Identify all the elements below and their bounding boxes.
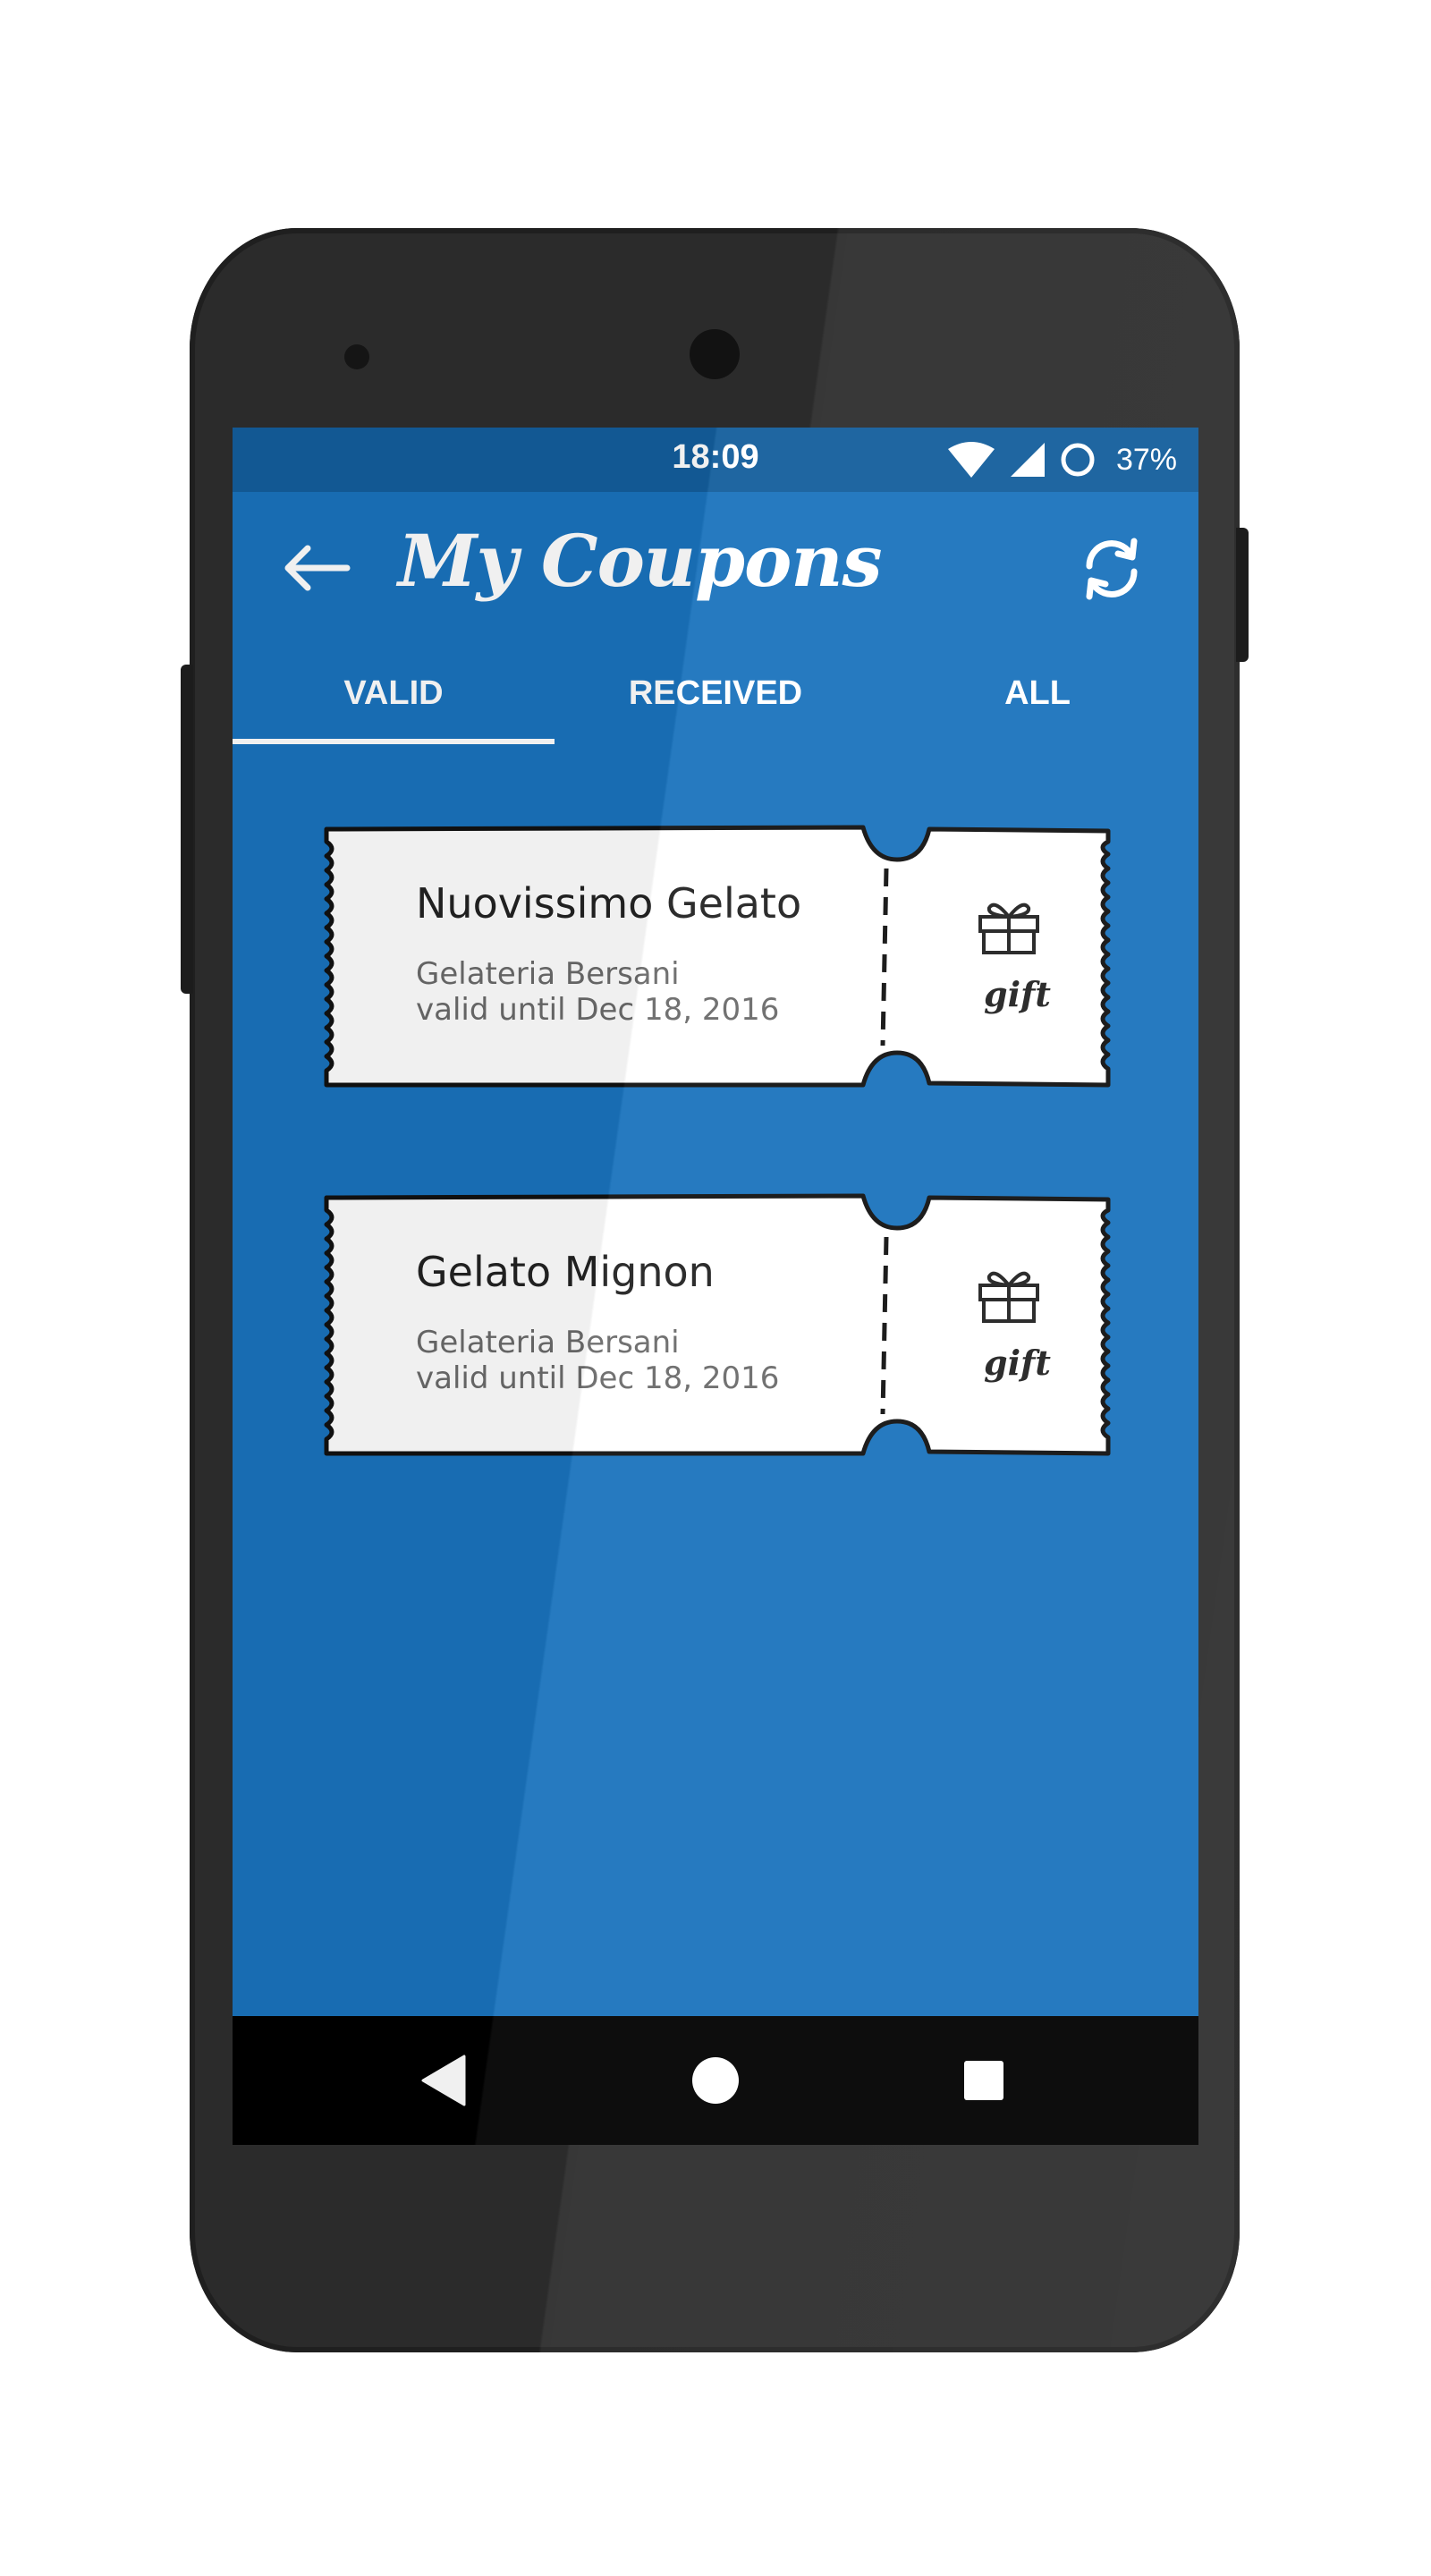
tab-selected-indicator [233,739,555,744]
nav-recents-button[interactable] [952,2048,1016,2113]
gift-label: gift [984,1343,1051,1383]
gift-icon [978,1271,1039,1323]
volume-button [181,665,193,994]
tab-bar: VALID RECEIVED ALL [233,644,1198,751]
battery-percentage: 37% [1115,442,1177,477]
nav-home-button[interactable] [683,2048,748,2113]
sync-circle-icon [1061,443,1095,477]
tab-all-label: ALL [1004,674,1071,712]
power-button [1236,528,1249,662]
arrow-left-icon [284,545,351,591]
status-icons: 37% [946,440,1177,479]
refresh-icon [1086,538,1138,600]
coupon-validity: valid until Dec 18, 2016 [416,992,780,1028]
signal-icon [1010,443,1045,477]
recents-square-icon [964,2061,1003,2100]
tab-valid-label: VALID [343,674,444,712]
tab-received-label: RECEIVED [628,674,803,712]
status-bar: 18:09 37% [233,428,1198,492]
app-bar: My Coupons [233,492,1198,644]
app-screen: 18:09 37% My Coupons VALID RECEIVED ALL … [233,428,1198,2145]
tab-all[interactable]: ALL [876,644,1198,751]
back-triangle-icon [421,2055,466,2106]
gift-label: gift [984,974,1051,1014]
tab-valid[interactable]: VALID [233,644,555,751]
tab-received[interactable]: RECEIVED [555,644,876,751]
gift-icon [978,902,1039,954]
coupon-shop: Gelateria Bersani [416,1325,680,1360]
back-button[interactable] [279,537,354,599]
system-nav-bar [233,2016,1198,2145]
refresh-button[interactable] [1071,528,1153,610]
home-circle-icon [692,2057,739,2104]
coupon-title: Gelato Mignon [416,1248,715,1296]
coupon-validity: valid until Dec 18, 2016 [416,1360,780,1396]
coupon-title: Nuovissimo Gelato [416,879,802,928]
front-camera [690,329,740,379]
proximity-sensor [344,344,369,369]
page-title: My Coupons [398,519,883,603]
nav-back-button[interactable] [411,2048,476,2113]
wifi-icon [947,442,995,478]
coupon-card[interactable]: Nuovissimo Gelato Gelateria Bersani vali… [318,824,1118,1090]
coupon-card[interactable]: Gelato Mignon Gelateria Bersani valid un… [318,1192,1118,1459]
coupon-shop: Gelateria Bersani [416,956,680,992]
